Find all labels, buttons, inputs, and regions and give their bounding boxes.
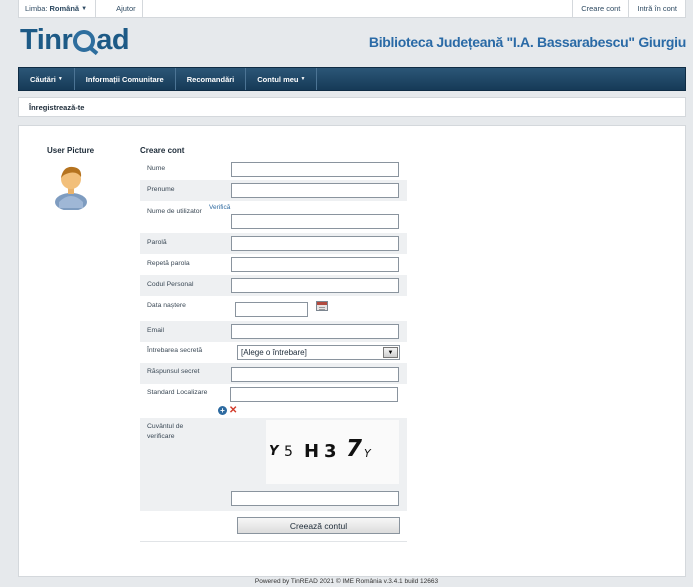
field-label: Email	[147, 327, 164, 334]
field-label: Întrebarea secretă	[147, 347, 203, 354]
form-row-birth-date: Data naștere	[140, 296, 407, 321]
verify-username-link[interactable]: Verifică	[209, 204, 230, 211]
captcha-image: Y 5 H 3 7 Y	[266, 420, 399, 484]
magnifier-icon	[73, 29, 96, 52]
field-label: Prenume	[147, 186, 175, 193]
chevron-down-icon: ▼	[57, 76, 63, 82]
field-label: Nume de utilizator	[147, 208, 202, 215]
repeat-password-input[interactable]	[231, 257, 399, 272]
form-title: Creare cont	[140, 146, 185, 155]
nav-item-my-account[interactable]: Contul meu ▼	[246, 68, 318, 90]
form-row-secret-question: Întrebarea secretă [Alege o întrebare] ▼	[140, 342, 407, 363]
language-value: Română	[49, 4, 80, 13]
password-input[interactable]	[231, 236, 399, 251]
form-row-secret-answer: Răspunsul secret	[140, 363, 407, 384]
nav-label: Recomandări	[186, 74, 235, 84]
captcha-char: Y	[364, 447, 371, 460]
registration-form: Nume Prenume Nume de utilizator Verifică…	[140, 159, 407, 542]
field-label: Parolă	[147, 239, 167, 246]
form-row-submit: Creează contul	[140, 511, 407, 541]
form-row-verification: Cuvântul de verificare Y 5 H 3 7 Y	[140, 418, 407, 511]
nav-label: Contul meu	[257, 74, 299, 84]
nav-item-search[interactable]: Căutări ▼	[19, 68, 75, 90]
language-selector[interactable]: Limba: Română ▼	[19, 0, 97, 17]
language-label: Limba:	[25, 4, 48, 13]
form-row-prenume: Prenume	[140, 180, 407, 201]
logo[interactable]: Tinr ad	[20, 24, 130, 57]
verification-input[interactable]	[231, 491, 399, 506]
library-name: Biblioteca Județeană "I.A. Bassarabescu"…	[368, 34, 686, 50]
field-label: Data naștere	[147, 302, 186, 309]
select-value: [Alege o întrebare]	[241, 348, 307, 357]
field-label: Cuvântul de verificare	[147, 423, 184, 440]
footer: Powered by TinREAD 2021 © IME România v.…	[254, 578, 439, 585]
form-row-username: Nume de utilizator Verifică	[140, 201, 407, 233]
field-label: Repetă parola	[147, 260, 190, 267]
email-input[interactable]	[231, 324, 399, 339]
chevron-down-icon: ▼	[81, 5, 88, 12]
form-row-personal-code: Codul Personal	[140, 275, 407, 296]
captcha-char: Y	[269, 444, 279, 459]
prenume-input[interactable]	[231, 183, 399, 198]
top-bar: Limba: Română ▼ Ajutor Creare cont Intră…	[18, 0, 686, 18]
form-row-repeat-password: Repetă parola	[140, 254, 407, 275]
field-label: Nume	[147, 165, 166, 172]
nume-input[interactable]	[231, 162, 399, 177]
logo-text-left: Tinr	[20, 24, 73, 56]
nav-item-community-info[interactable]: Informații Comunitare	[75, 68, 176, 90]
nav-label: Informații Comunitare	[85, 74, 164, 84]
field-label: Codul Personal	[147, 281, 194, 288]
chevron-down-icon: ▼	[300, 76, 306, 82]
username-input[interactable]	[231, 214, 399, 229]
standard-input[interactable]	[230, 387, 398, 402]
personal-code-input[interactable]	[231, 278, 399, 293]
header: Tinr ad Biblioteca Județeană "I.A. Bassar…	[18, 18, 686, 66]
captcha-char: 7	[346, 436, 363, 462]
breadcrumb: Înregistrează-te	[18, 97, 686, 117]
captcha-char: 5	[284, 444, 293, 460]
chevron-down-icon[interactable]: ▼	[383, 347, 398, 358]
form-row-email: Email	[140, 321, 407, 342]
logo-text-right: ad	[96, 24, 130, 56]
main-nav: Căutări ▼ Informații Comunitare Recomandă…	[18, 67, 686, 91]
captcha-char: H	[304, 441, 320, 462]
secret-question-select[interactable]: [Alege o întrebare] ▼	[237, 345, 400, 360]
field-label: Răspunsul secret	[147, 368, 200, 375]
user-picture-label: User Picture	[47, 146, 95, 155]
field-label: Standard Localizare	[147, 389, 208, 396]
nav-item-recommendations[interactable]: Recomandări	[176, 68, 247, 90]
delete-icon[interactable]: ✕	[229, 406, 237, 416]
main-content: User Picture Creare cont Nume Prenume Nu…	[18, 125, 686, 577]
captcha-char: 3	[324, 441, 337, 462]
form-row-password: Parolă	[140, 233, 407, 254]
birth-date-input[interactable]	[235, 302, 308, 317]
create-account-button[interactable]: Creează contul	[237, 517, 400, 534]
secret-answer-input[interactable]	[231, 367, 399, 382]
help-link[interactable]: Ajutor	[110, 0, 143, 17]
create-account-link[interactable]: Creare cont	[572, 0, 628, 17]
form-row-standard: Standard Localizare + ✕	[140, 384, 407, 418]
login-link[interactable]: Intră în cont	[628, 0, 685, 17]
calendar-icon[interactable]	[316, 301, 328, 311]
nav-label: Căutări	[30, 74, 56, 84]
user-avatar-icon	[55, 166, 87, 210]
add-icon[interactable]: +	[218, 406, 227, 415]
form-row-nume: Nume	[140, 159, 407, 180]
